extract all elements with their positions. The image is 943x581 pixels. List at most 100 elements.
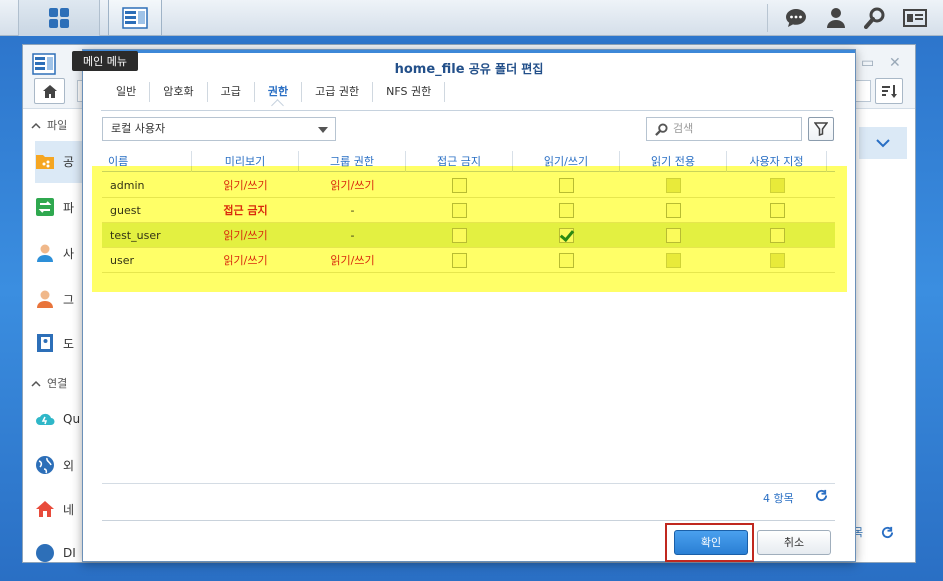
file-transfer-icon	[36, 198, 54, 216]
row-preview: 읽기/쓰기	[223, 178, 268, 192]
tab-advanced[interactable]: 고급	[208, 82, 255, 102]
control-panel-icon	[32, 53, 56, 75]
row-name: test_user	[110, 228, 161, 242]
read-write-checkbox[interactable]	[559, 177, 574, 193]
filter-button[interactable]	[808, 117, 834, 141]
sidebar-item-quickconnect[interactable]: Qu	[35, 409, 80, 429]
home-button[interactable]	[34, 78, 65, 104]
group-icon	[37, 290, 53, 308]
taskbar	[0, 0, 943, 36]
main-menu-button[interactable]	[18, 0, 100, 36]
read-only-checkbox[interactable]	[666, 202, 681, 218]
table-row[interactable]: guest 접근 금지 -	[102, 198, 835, 223]
sort-icon	[882, 85, 897, 98]
cancel-button[interactable]: 취소	[757, 530, 831, 555]
sidebar-item-external-access[interactable]: 외	[35, 455, 74, 475]
house-network-icon	[36, 501, 54, 517]
read-write-checkbox-checked[interactable]	[559, 227, 574, 243]
sidebar-item-shared-folder[interactable]: 공	[35, 151, 74, 171]
custom-checkbox[interactable]	[769, 227, 785, 243]
read-write-checkbox[interactable]	[559, 202, 574, 218]
dialog-accent-bar	[83, 50, 855, 53]
read-write-checkbox[interactable]	[559, 252, 574, 268]
column-header-preview[interactable]: 미리보기	[192, 151, 299, 172]
read-only-checkbox	[666, 177, 681, 193]
search-button[interactable]	[857, 0, 893, 36]
column-header-group-permission[interactable]: 그룹 권한	[299, 151, 406, 172]
read-only-checkbox[interactable]	[666, 227, 681, 243]
row-name: user	[110, 253, 134, 267]
user-button[interactable]	[818, 0, 854, 36]
expand-row[interactable]	[859, 127, 907, 159]
sidebar-section-file[interactable]: 파일	[31, 117, 67, 133]
tab-nfs-permissions[interactable]: NFS 권한	[373, 82, 446, 102]
table-row[interactable]: admin 읽기/쓰기 읽기/쓰기	[102, 173, 835, 198]
row-group-permission: 읽기/쓰기	[330, 178, 375, 192]
home-icon	[42, 84, 57, 98]
search-icon	[655, 123, 668, 136]
grid-footer-divider	[102, 483, 835, 484]
read-only-checkbox	[666, 252, 681, 268]
tab-general[interactable]: 일반	[103, 82, 151, 102]
table-row[interactable]: test_user 읽기/쓰기 -	[102, 223, 835, 248]
dhcp-icon	[36, 544, 54, 562]
column-header-no-access[interactable]: 접근 금지	[406, 151, 513, 172]
tab-permissions[interactable]: 권한	[255, 82, 303, 102]
no-access-checkbox[interactable]	[452, 202, 467, 218]
chevron-down-icon	[876, 138, 890, 147]
permission-search-input[interactable]: 검색	[646, 117, 802, 141]
close-icon[interactable]: ✕	[889, 55, 901, 71]
no-access-checkbox[interactable]	[452, 227, 467, 243]
sidebar-item-dhcp[interactable]: DI	[35, 543, 76, 563]
background-filter-input[interactable]	[855, 80, 871, 102]
row-group-permission: -	[350, 203, 355, 217]
sidebar-item-user[interactable]: 사	[35, 243, 74, 263]
edit-shared-folder-dialog: home_file 공유 폴더 편집 일반 암호화 고급 권한 고급 권한 NF…	[82, 49, 856, 562]
funnel-icon	[814, 122, 828, 136]
sidebar-item-network[interactable]: 네	[35, 499, 74, 519]
sidebar-section-connect[interactable]: 연결	[31, 375, 67, 391]
dialog-tabs: 일반 암호화 고급 권한 고급 권한 NFS 권한	[103, 78, 446, 106]
item-count: 4 항목	[763, 492, 794, 505]
row-name: admin	[110, 178, 145, 192]
ok-button[interactable]: 확인	[674, 530, 748, 555]
minimize-icon[interactable]: ▭	[861, 55, 874, 71]
sidebar-item-group[interactable]: 그	[35, 289, 74, 309]
no-access-checkbox[interactable]	[452, 252, 467, 268]
control-panel-icon	[122, 6, 148, 29]
background-footer: 목	[853, 524, 894, 540]
sidebar: 파일 공 파 사 그 도 연결 Qu 외 네 DI	[23, 109, 85, 564]
tab-encryption[interactable]: 암호화	[150, 82, 208, 102]
column-header-custom[interactable]: 사용자 지정	[727, 151, 827, 172]
sort-button[interactable]	[875, 78, 903, 104]
id-card-icon	[903, 9, 927, 27]
refresh-button[interactable]	[815, 489, 828, 505]
folder-name: home_file	[394, 62, 465, 77]
column-header-name[interactable]: 이름	[102, 151, 192, 172]
control-panel-task-button[interactable]	[108, 0, 162, 36]
user-type-select[interactable]: 로컬 사용자	[102, 117, 336, 141]
tab-underline	[101, 110, 833, 111]
permissions-grid: 이름 미리보기 그룹 권한 접근 금지 읽기/쓰기 읽기 전용 사용자 지정 a…	[102, 151, 835, 484]
main-menu-tooltip: 메인 메뉴	[72, 51, 138, 71]
widgets-button[interactable]	[897, 0, 933, 36]
table-row[interactable]: user 읽기/쓰기 읽기/쓰기	[102, 248, 835, 273]
sidebar-item-file-services[interactable]: 파	[35, 197, 74, 217]
custom-checkbox[interactable]	[769, 202, 785, 218]
refresh-icon[interactable]	[881, 526, 894, 539]
globe-icon	[36, 456, 54, 474]
no-access-checkbox[interactable]	[452, 177, 467, 193]
chevron-up-icon	[31, 380, 41, 387]
row-preview: 읽기/쓰기	[223, 228, 268, 242]
refresh-icon	[815, 489, 828, 502]
sidebar-item-domain[interactable]: 도	[35, 333, 74, 353]
column-header-read-only[interactable]: 읽기 전용	[620, 151, 727, 172]
chat-bubble-icon	[786, 9, 806, 27]
notifications-button[interactable]	[778, 0, 814, 36]
directory-icon	[37, 334, 53, 352]
button-bar-divider	[102, 520, 835, 521]
column-header-read-write[interactable]: 읽기/쓰기	[513, 151, 620, 172]
tab-advanced-permissions[interactable]: 고급 권한	[302, 82, 374, 102]
row-name: guest	[110, 203, 141, 217]
row-preview: 읽기/쓰기	[223, 253, 268, 267]
